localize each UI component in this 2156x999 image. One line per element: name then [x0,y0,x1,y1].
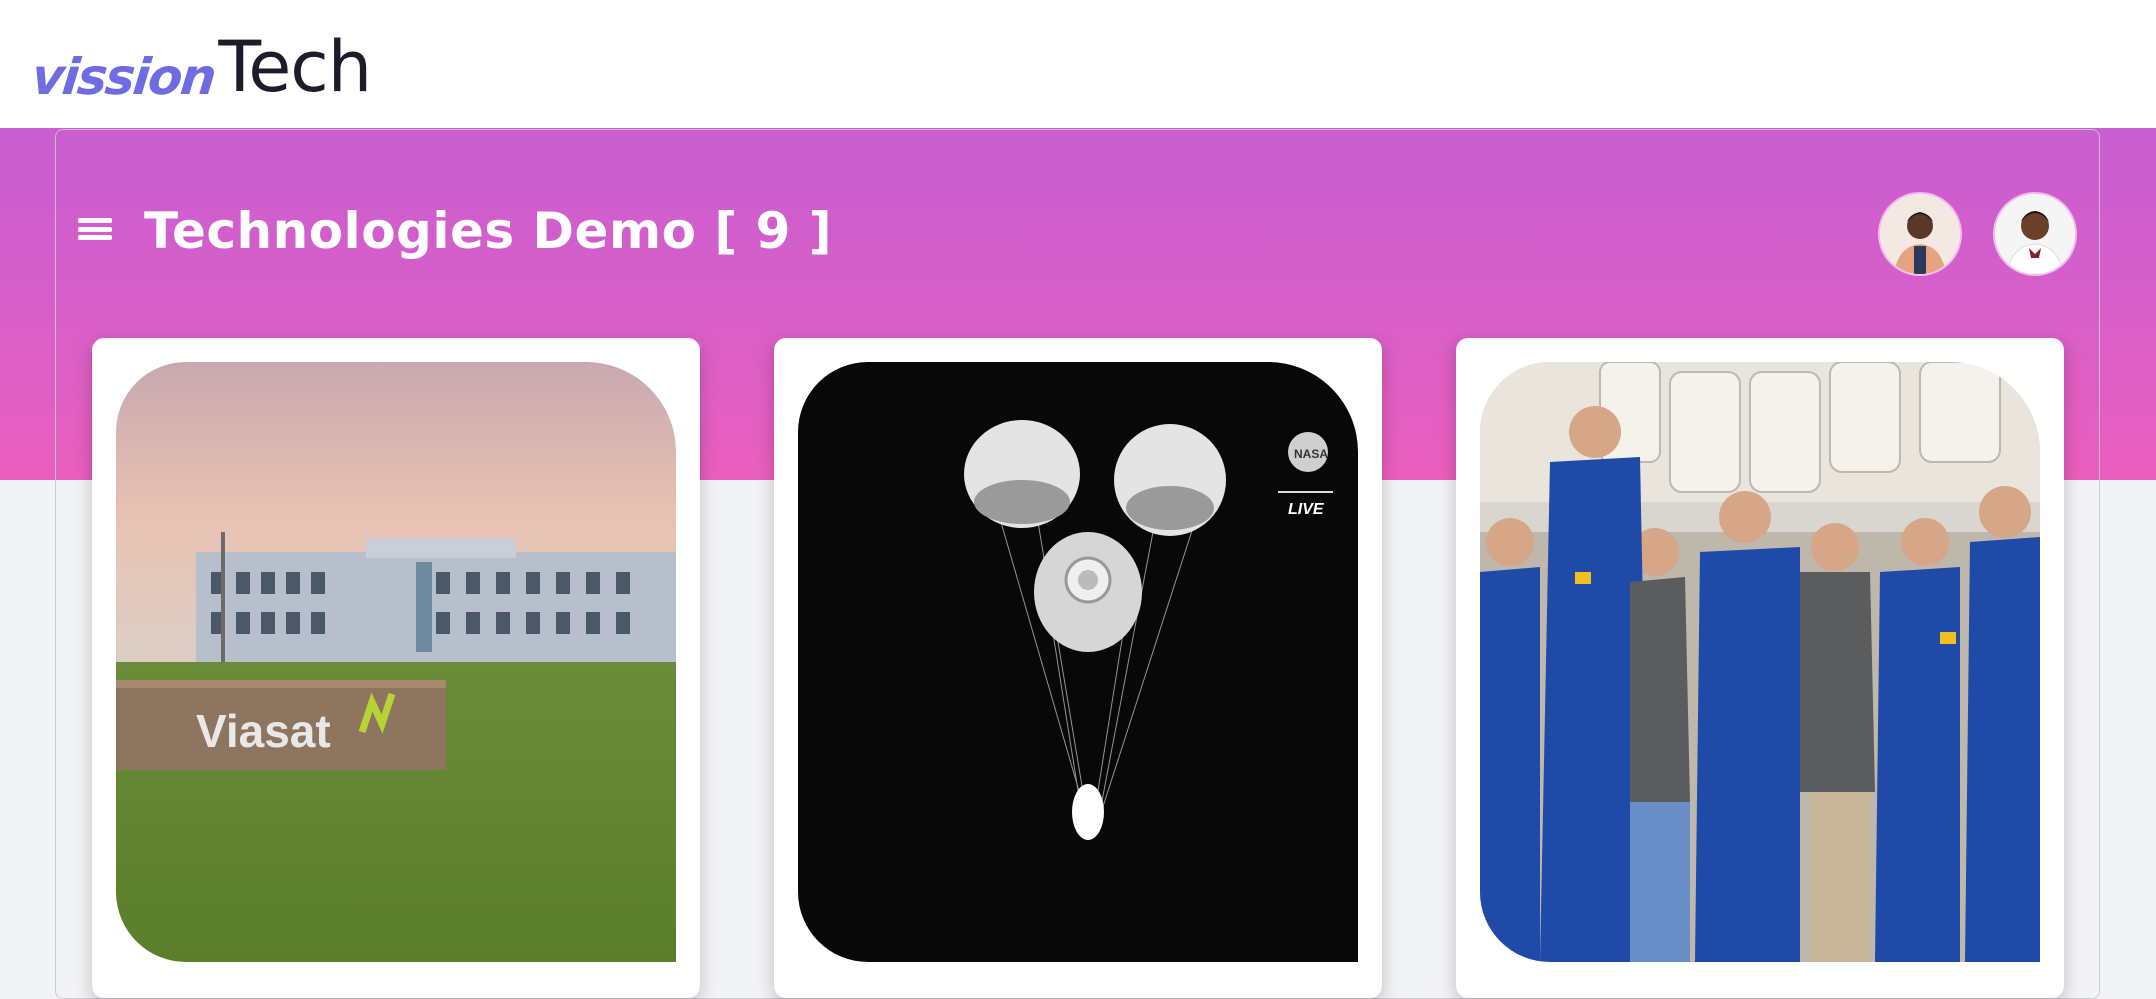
logo-text-vission: vission [28,48,218,106]
user-avatar-2[interactable] [1995,194,2075,274]
viasat-building-photo: Viasat [116,362,676,962]
nasa-logo-text: NASA [1294,447,1328,461]
top-navbar: vission Tech [0,0,2156,128]
live-badge: LIVE [1288,501,1325,518]
vissiontech-logo[interactable]: vission Tech [28,22,372,108]
user-avatar-1[interactable] [1880,194,1960,274]
demo-card-2[interactable]: NASA LIVE [774,338,1382,998]
page-title: Technologies Demo [ 9 ] [144,202,833,260]
logo-text-tech: Tech [218,26,372,108]
demo-card-3[interactable] [1456,338,2064,998]
astronaut-crew-photo [1480,362,2040,962]
demo-card-1[interactable]: Viasat [92,338,700,998]
viasat-sign-text: Viasat [196,705,331,757]
hamburger-menu-icon[interactable] [78,212,112,246]
capsule-parachutes-photo: NASA LIVE [798,362,1358,962]
